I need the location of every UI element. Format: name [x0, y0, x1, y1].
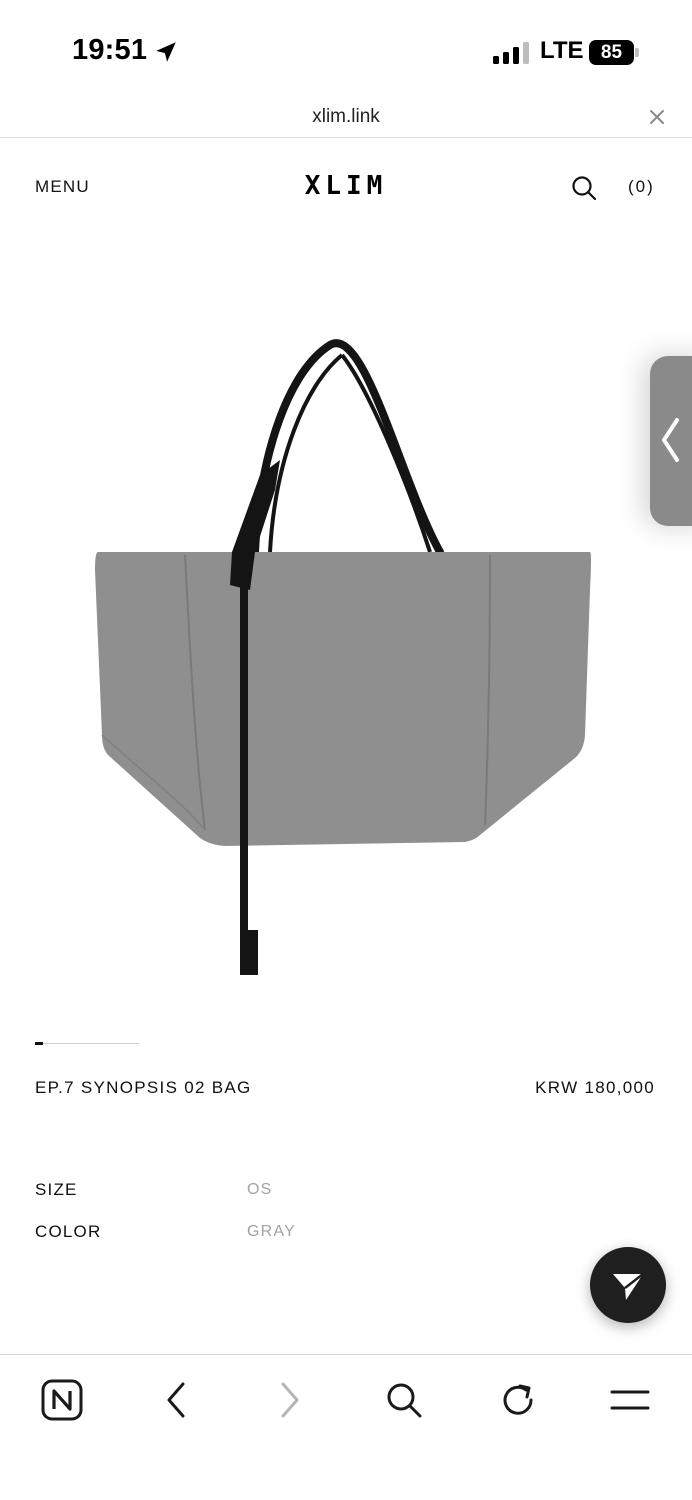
paper-plane-icon: [613, 1273, 644, 1300]
status-bar: 19:51 LTE 85: [0, 0, 692, 100]
browser-toolbar: [0, 1354, 692, 1500]
naver-home-icon[interactable]: [39, 1377, 85, 1423]
product-image[interactable]: [80, 330, 610, 990]
url-bar[interactable]: xlim.link: [0, 100, 692, 138]
back-icon[interactable]: [153, 1377, 199, 1423]
color-value[interactable]: GRAY: [247, 1223, 296, 1241]
search-icon[interactable]: [381, 1377, 427, 1423]
menu-icon[interactable]: [607, 1377, 653, 1423]
search-icon[interactable]: [570, 174, 598, 202]
battery-level: 85: [589, 40, 634, 65]
size-value[interactable]: OS: [247, 1181, 273, 1199]
location-arrow-icon: [156, 42, 176, 62]
url-text[interactable]: xlim.link: [0, 106, 692, 128]
reload-icon[interactable]: [495, 1377, 541, 1423]
close-icon[interactable]: [646, 106, 668, 128]
side-drawer-handle[interactable]: [650, 356, 692, 526]
cart-button[interactable]: (0): [628, 177, 655, 197]
network-label: LTE: [540, 37, 584, 64]
send-fab-button[interactable]: [590, 1247, 666, 1323]
signal-icon: [493, 42, 529, 64]
color-label: COLOR: [35, 1222, 102, 1241]
product-name: EP.7 SYNOPSIS 02 BAG: [35, 1078, 252, 1097]
chevron-left-icon: [662, 418, 679, 462]
product-price: KRW 180,000: [535, 1078, 655, 1097]
status-time: 19:51: [72, 34, 148, 66]
size-label: SIZE: [35, 1180, 78, 1199]
image-slider-progress: [35, 1042, 139, 1045]
site-header: MENU XLIM (0): [0, 139, 692, 229]
forward-icon[interactable]: [267, 1377, 313, 1423]
battery-icon: 85: [589, 40, 639, 65]
slider-progress-fill: [35, 1042, 43, 1045]
